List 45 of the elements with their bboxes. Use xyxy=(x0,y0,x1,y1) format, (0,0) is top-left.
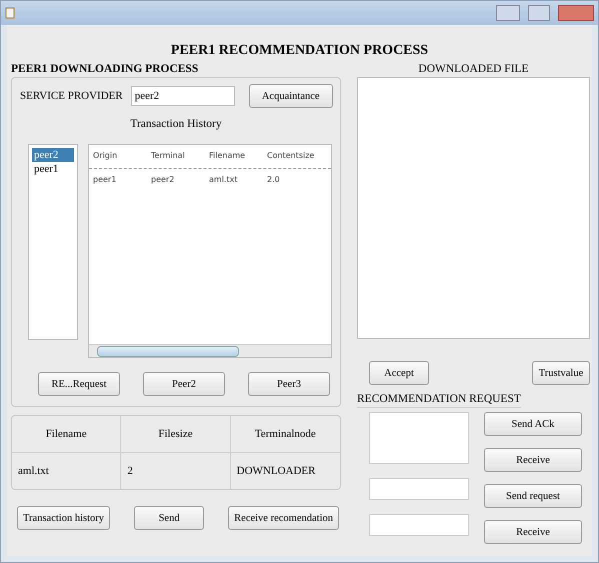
section-title: RECOMMENDATION REQUEST xyxy=(357,393,521,408)
column-header: Terminal xyxy=(151,151,186,160)
maximize-button[interactable] xyxy=(528,5,550,21)
column-header: Origin xyxy=(93,151,118,160)
table-cell: aml.txt xyxy=(12,453,122,489)
close-button[interactable] xyxy=(558,5,594,21)
section-title: DOWNLOADED FILE xyxy=(418,63,529,75)
downloaded-file-area[interactable] xyxy=(357,77,590,339)
action-button[interactable]: Peer2 xyxy=(143,372,225,396)
action-button[interactable]: Trustvalue xyxy=(532,361,590,385)
app-icon xyxy=(5,7,15,19)
provider-field[interactable]: peer2 xyxy=(130,86,235,106)
request-field[interactable] xyxy=(369,478,469,500)
action-button[interactable]: Send xyxy=(134,506,204,530)
table-cell-text: peer1 xyxy=(93,175,118,184)
action-button[interactable]: Receive xyxy=(484,448,582,472)
table-cell-text: 2.0 xyxy=(267,175,281,184)
acquaintance-button[interactable]: Acquaintance xyxy=(248,84,333,108)
column-header: Filesize xyxy=(121,416,231,453)
action-button[interactable]: Accept xyxy=(369,361,429,385)
table-cell: 2 xyxy=(121,453,231,489)
minimize-button[interactable] xyxy=(496,5,520,21)
column-header: Filename xyxy=(209,151,246,160)
horizontal-scrollbar[interactable] xyxy=(89,344,331,357)
peer-list-item[interactable]: peer1 xyxy=(32,162,74,176)
table-cell-text: peer2 xyxy=(151,175,176,184)
column-header: Filename xyxy=(12,416,122,453)
request-area[interactable] xyxy=(369,412,469,464)
action-button[interactable]: Receive recomendation xyxy=(228,506,339,530)
action-button[interactable]: RE...Request xyxy=(38,372,120,396)
request-field[interactable] xyxy=(369,514,469,536)
history-label: Transaction History xyxy=(130,118,222,130)
provider-label: SERVICE PROVIDER xyxy=(20,90,123,102)
action-button[interactable]: Send ACk xyxy=(484,412,582,436)
action-button[interactable]: Transaction history xyxy=(17,506,110,530)
action-button[interactable]: Peer3 xyxy=(248,372,330,396)
column-header: Contentsize xyxy=(267,151,316,160)
action-button[interactable]: Send request xyxy=(484,484,582,508)
action-button[interactable]: Receive xyxy=(484,520,582,544)
table-cell-text: aml.txt xyxy=(209,175,238,184)
table-cell-text: DOWNLOADER xyxy=(236,464,316,479)
column-header: Terminalnode xyxy=(230,416,340,453)
section-title: PEER1 DOWNLOADING PROCESS xyxy=(11,63,198,75)
peer-list-item[interactable]: peer2 xyxy=(32,148,74,162)
window-heading: PEER1 RECOMMENDATION PROCESS xyxy=(170,43,430,59)
